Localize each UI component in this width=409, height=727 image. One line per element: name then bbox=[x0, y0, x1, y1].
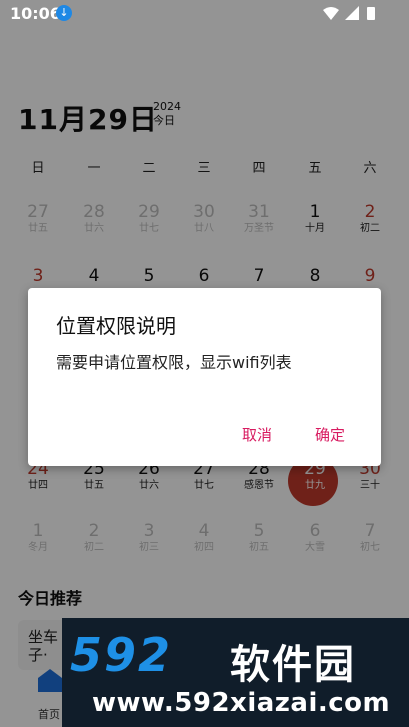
dialog-message: 需要申请位置权限，显示wifi列表 bbox=[56, 353, 292, 372]
confirm-button[interactable]: 确定 bbox=[315, 424, 345, 445]
permission-dialog: 位置权限说明 需要申请位置权限，显示wifi列表 取消 确定 bbox=[28, 288, 381, 466]
watermark-logo: 592 bbox=[70, 628, 173, 682]
status-bar: 10:06 ↓ bbox=[0, 0, 409, 28]
dialog-title: 位置权限说明 bbox=[56, 314, 176, 338]
wifi-icon bbox=[323, 7, 339, 20]
download-icon: ↓ bbox=[56, 5, 72, 21]
watermark-banner: 592 软件园 www.592xiazai.com bbox=[62, 618, 409, 727]
status-time: 10:06 bbox=[10, 4, 61, 23]
cancel-button[interactable]: 取消 bbox=[242, 424, 272, 445]
watermark-url: www.592xiazai.com bbox=[92, 688, 391, 718]
watermark-name: 软件园 bbox=[230, 642, 356, 688]
signal-icon bbox=[345, 6, 359, 20]
status-icons bbox=[323, 6, 375, 20]
battery-icon bbox=[367, 7, 375, 20]
